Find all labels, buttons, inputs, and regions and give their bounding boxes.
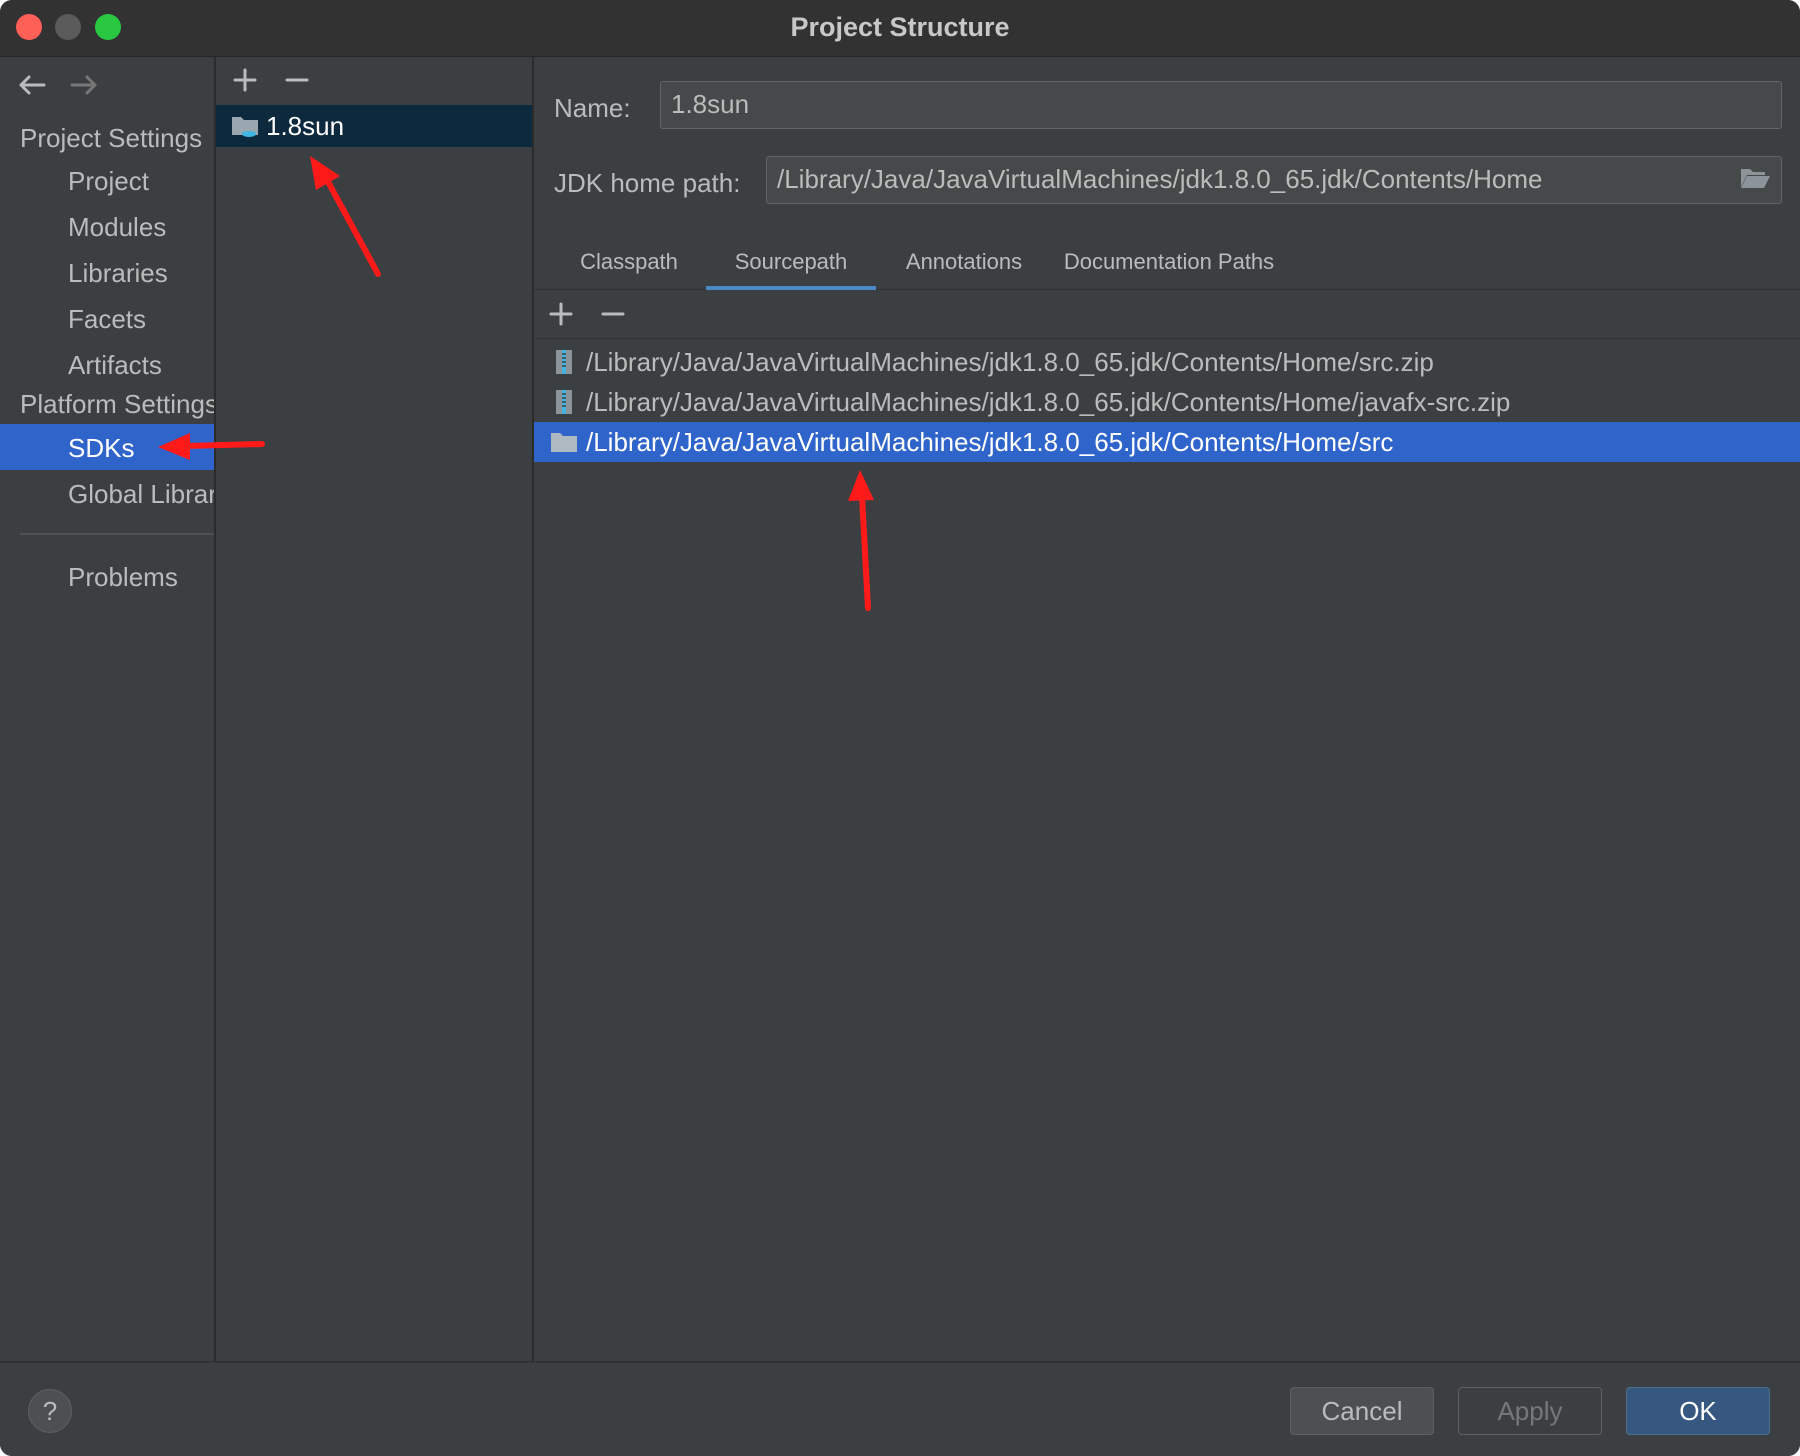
nav-item-label: Artifacts — [68, 350, 162, 380]
sdk-detail-panel: Name: 1.8sun JDK home path: /Library/Jav… — [534, 57, 1800, 1361]
project-structure-window: Project Structure Project Settings Proje… — [0, 0, 1800, 1456]
path-row-src-folder[interactable]: /Library/Java/JavaVirtualMachines/jdk1.8… — [534, 422, 1800, 462]
remove-path-icon[interactable] — [596, 297, 630, 331]
nav-item-label: Project — [68, 166, 149, 196]
help-button[interactable]: ? — [28, 1389, 72, 1433]
jdk-home-path-value: /Library/Java/JavaVirtualMachines/jdk1.8… — [777, 164, 1543, 194]
nav-header-platform-settings: Platform Settings — [20, 389, 214, 419]
dialog-footer: ? Cancel Apply OK — [0, 1361, 1800, 1456]
tab-annotations[interactable]: Annotations — [888, 237, 1040, 289]
tab-documentation-paths[interactable]: Documentation Paths — [1056, 237, 1282, 289]
nav-item-label: SDKs — [68, 433, 135, 463]
add-path-icon[interactable] — [544, 297, 578, 331]
nav-item-modules[interactable]: Modules — [0, 203, 214, 249]
nav-item-project[interactable]: Project — [0, 157, 214, 203]
path-text: /Library/Java/JavaVirtualMachines/jdk1.8… — [586, 347, 1434, 377]
settings-nav: Project Settings Project Modules Librari… — [0, 57, 214, 1361]
nav-item-artifacts[interactable]: Artifacts — [0, 341, 214, 387]
tab-sourcepath[interactable]: Sourcepath — [706, 237, 876, 290]
title-bar: Project Structure — [0, 0, 1800, 57]
window-title: Project Structure — [790, 12, 1010, 42]
forward-arrow-icon[interactable] — [66, 67, 102, 103]
nav-item-problems[interactable]: Problems — [0, 553, 214, 599]
path-text: /Library/Java/JavaVirtualMachines/jdk1.8… — [586, 387, 1511, 417]
cancel-button[interactable]: Cancel — [1290, 1387, 1434, 1435]
nav-item-label: Libraries — [68, 258, 168, 288]
nav-separator — [20, 533, 214, 535]
tab-label: Documentation Paths — [1063, 249, 1275, 274]
add-sdk-icon[interactable] — [228, 63, 262, 97]
tab-label: Classpath — [580, 249, 678, 274]
jdk-folder-icon — [232, 117, 258, 137]
back-arrow-icon[interactable] — [14, 67, 50, 103]
nav-header-project-settings: Project Settings — [20, 123, 203, 153]
nav-item-libraries[interactable]: Libraries — [0, 249, 214, 295]
archive-icon — [556, 350, 572, 374]
browse-folder-icon[interactable] — [1739, 165, 1771, 191]
tab-label: Sourcepath — [734, 249, 848, 274]
name-input[interactable]: 1.8sun — [660, 81, 1782, 129]
tab-classpath[interactable]: Classpath — [554, 237, 704, 289]
nav-item-label: Problems — [68, 562, 178, 592]
tab-label: Annotations — [905, 249, 1023, 274]
path-toolbar — [534, 290, 1800, 339]
path-tabs: Classpath Sourcepath Annotations Documen… — [534, 237, 1800, 290]
nav-item-sdks[interactable]: SDKs — [0, 424, 214, 470]
path-row-src-zip[interactable]: /Library/Java/JavaVirtualMachines/jdk1.8… — [534, 342, 1800, 382]
sdk-list-panel: 1.8sun — [216, 57, 532, 1361]
ok-button[interactable]: OK — [1626, 1387, 1770, 1435]
archive-icon — [556, 390, 572, 414]
nav-item-label: Global Libraries — [68, 479, 214, 509]
apply-button[interactable]: Apply — [1458, 1387, 1602, 1435]
nav-item-label: Facets — [68, 304, 147, 334]
name-label: Name: — [554, 93, 631, 123]
nav-item-global-libraries[interactable]: Global Libraries — [0, 470, 214, 516]
nav-item-label: Modules — [68, 212, 167, 242]
sdk-item-1-8sun[interactable]: 1.8sun — [216, 105, 532, 147]
sdk-item-label: 1.8sun — [266, 111, 345, 141]
remove-sdk-icon[interactable] — [280, 63, 314, 97]
path-row-javafx-src-zip[interactable]: /Library/Java/JavaVirtualMachines/jdk1.8… — [534, 382, 1800, 422]
path-text: /Library/Java/JavaVirtualMachines/jdk1.8… — [586, 427, 1394, 457]
folder-icon — [551, 433, 577, 452]
jdk-home-path-label: JDK home path: — [554, 168, 741, 198]
nav-item-facets[interactable]: Facets — [0, 295, 214, 341]
jdk-home-path-field[interactable]: /Library/Java/JavaVirtualMachines/jdk1.8… — [766, 156, 1782, 204]
